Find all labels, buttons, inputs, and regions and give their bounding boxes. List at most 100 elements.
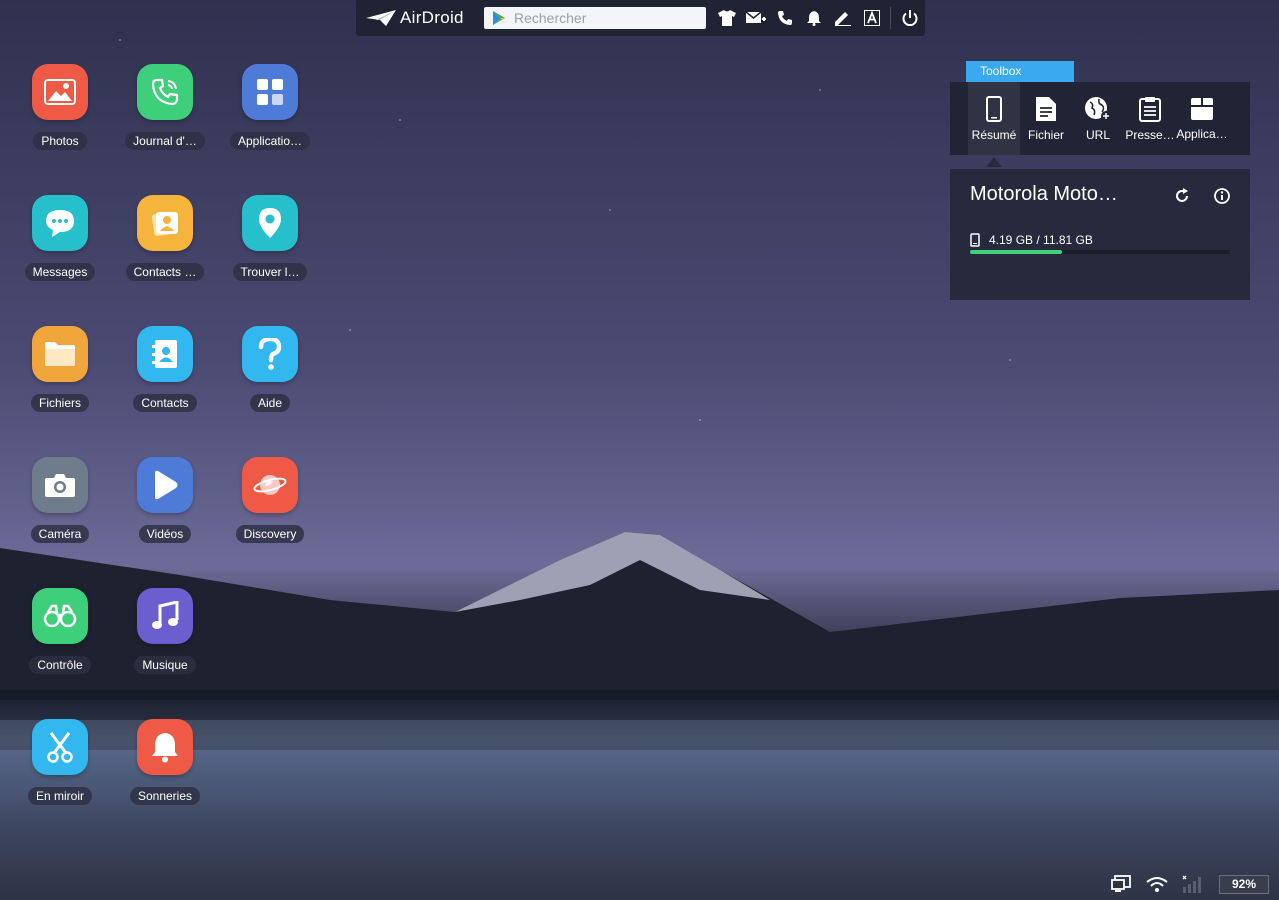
storage-progress-bar xyxy=(970,250,1230,254)
logout-button[interactable] xyxy=(895,0,924,36)
edit-button[interactable] xyxy=(828,0,857,36)
screen-mirror-button[interactable] xyxy=(1103,872,1139,896)
toolbox-tab[interactable]: Toolbox xyxy=(966,61,1074,82)
camera-icon xyxy=(32,457,88,513)
app-label: Trouver l… xyxy=(232,263,308,281)
toolbox-panel: Résumé Fichier URL Presse… Applica… xyxy=(950,82,1250,155)
package-icon xyxy=(1191,97,1213,120)
wifi-status xyxy=(1139,872,1175,896)
play-store-icon xyxy=(493,11,505,25)
search-box[interactable] xyxy=(484,7,706,29)
app-discovery[interactable]: Discovery xyxy=(222,457,318,548)
app-label: Sonneries xyxy=(129,787,201,805)
tool-label: URL xyxy=(1085,127,1110,142)
top-toolbar: AirDroid xyxy=(356,0,925,36)
app-label: Caméra xyxy=(30,525,90,543)
app-messages[interactable]: Messages xyxy=(12,195,108,286)
brand-name: AirDroid xyxy=(400,8,464,27)
tool-clipboard[interactable]: Presse… xyxy=(1124,82,1176,155)
app-music[interactable]: Musique xyxy=(117,588,213,679)
tool-label: Résumé xyxy=(971,127,1017,142)
phone-icon xyxy=(777,11,792,25)
app-label: Journal d'… xyxy=(125,132,205,150)
app-label: Discovery xyxy=(235,525,305,543)
tool-summary[interactable]: Résumé xyxy=(968,82,1020,155)
refresh-button[interactable] xyxy=(1171,185,1193,207)
call-button[interactable] xyxy=(770,0,799,36)
signal-status xyxy=(1175,872,1211,896)
scissors-icon xyxy=(32,719,88,775)
paper-plane-icon xyxy=(366,10,396,26)
help-icon xyxy=(242,326,298,382)
app-ringtones[interactable]: Sonneries xyxy=(117,719,213,810)
tool-apps[interactable]: Applica… xyxy=(1176,82,1228,155)
app-label: Vidéos xyxy=(138,525,192,543)
app-camera[interactable]: Caméra xyxy=(12,457,108,548)
text-a-icon xyxy=(863,10,880,26)
shirt-icon xyxy=(717,10,736,26)
globe-icon xyxy=(1085,96,1111,121)
app-label: Messages xyxy=(24,263,96,281)
tool-label: Fichier xyxy=(1027,127,1064,142)
tool-url[interactable]: URL xyxy=(1072,82,1124,155)
app-photos[interactable]: Photos xyxy=(12,64,108,155)
mail-plus-icon xyxy=(745,11,766,23)
app-control[interactable]: Contrôle xyxy=(12,588,108,679)
clipboard-icon xyxy=(1139,96,1161,122)
toolbar-divider xyxy=(890,7,891,29)
file-icon xyxy=(1036,96,1056,121)
app-label: Applicatio… xyxy=(229,132,311,150)
tool-file[interactable]: Fichier xyxy=(1020,82,1072,155)
storage-device-icon xyxy=(970,233,980,247)
folder-icon xyxy=(32,326,88,382)
device-summary-card: Motorola Moto… 4.19 GB / 11.81 GB xyxy=(950,169,1250,300)
status-bar: 92% xyxy=(1103,872,1269,896)
app-videos[interactable]: Vidéos xyxy=(117,457,213,548)
app-find-phone[interactable]: Trouver l… xyxy=(222,195,318,286)
notifications-button[interactable] xyxy=(799,0,828,36)
refresh-icon xyxy=(1176,188,1188,202)
play-icon xyxy=(137,457,193,513)
music-icon xyxy=(137,588,193,644)
power-icon xyxy=(902,10,917,26)
app-call-log[interactable]: Journal d'… xyxy=(117,64,213,155)
app-contacts[interactable]: Contacts xyxy=(117,326,213,417)
signal-bars-icon xyxy=(1182,875,1201,893)
app-label: Contacts … xyxy=(125,263,205,281)
app-applications[interactable]: Applicatio… xyxy=(222,64,318,155)
pencil-icon xyxy=(834,11,851,26)
phone-icon xyxy=(137,64,193,120)
panel-pointer xyxy=(986,157,1002,167)
app-label: En miroir xyxy=(27,787,92,805)
info-button[interactable] xyxy=(1211,185,1233,207)
contact-card-icon xyxy=(137,195,193,251)
monitor-icon xyxy=(1111,875,1131,892)
app-files[interactable]: Fichiers xyxy=(12,326,108,417)
font-button[interactable] xyxy=(857,0,886,36)
battery-level: 92% xyxy=(1219,874,1269,894)
storage-progress-fill xyxy=(970,250,1063,254)
app-label: Photos xyxy=(33,132,87,150)
storage-info: 4.19 GB / 11.81 GB xyxy=(970,233,1093,247)
app-label: Fichiers xyxy=(30,394,89,412)
device-name: Motorola Moto… xyxy=(970,183,1118,205)
app-mirror[interactable]: En miroir xyxy=(12,719,108,810)
binoculars-icon xyxy=(32,588,88,644)
tool-label: Applica… xyxy=(1176,126,1228,141)
app-label: Contrôle xyxy=(29,656,91,674)
grid-icon xyxy=(242,64,298,120)
bell-icon xyxy=(137,719,193,775)
theme-shirt-button[interactable] xyxy=(712,0,741,36)
planet-icon xyxy=(242,457,298,513)
airdroid-logo[interactable]: AirDroid xyxy=(366,8,476,28)
app-contacts-backup[interactable]: Contacts … xyxy=(117,195,213,286)
photo-icon xyxy=(32,64,88,120)
search-input[interactable] xyxy=(512,9,696,27)
new-message-button[interactable] xyxy=(741,0,770,36)
app-label: Aide xyxy=(249,394,291,412)
info-icon xyxy=(1214,188,1230,204)
tool-label: Presse… xyxy=(1125,127,1175,142)
location-pin-icon xyxy=(242,195,298,251)
bell-icon xyxy=(806,10,821,26)
app-help[interactable]: Aide xyxy=(222,326,318,417)
